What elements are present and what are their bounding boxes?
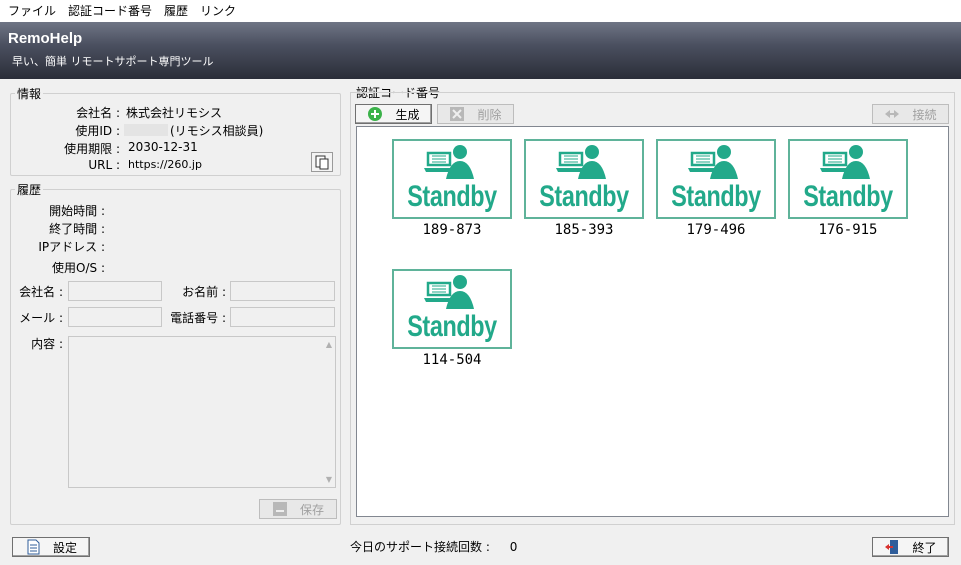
auth-code: 189-873 [422,222,482,238]
exit-button[interactable]: 終了 [872,537,949,557]
mail-input[interactable] [68,307,162,327]
menu-file[interactable]: ファイル [2,0,62,22]
info-expiry-label: 使用期限 : [64,142,120,156]
info-url-value: https://260.jp [128,158,202,171]
history-mail-label: メール : [19,311,63,325]
app-title: RemoHelp [8,30,83,47]
support-agent-icon [688,145,738,179]
info-company-value: 株式会社リモシス [126,106,223,120]
info-userid-value: (リモシス相談員) [170,124,264,138]
redacted-block [124,124,168,136]
standby-card[interactable]: Standby 179-496 [656,139,776,238]
standby-card-image[interactable]: Standby [788,139,908,219]
auth-code: 114-504 [422,352,482,368]
auth-code: 185-393 [554,222,614,238]
exit-door-icon [884,539,900,555]
copy-icon [315,155,329,170]
save-label: 保存 [299,502,324,517]
standby-card-image[interactable]: Standby [656,139,776,219]
info-expiry-value: 2030-12-31 [128,140,198,154]
standby-card[interactable]: Standby 176-915 [788,139,908,238]
name-input[interactable] [230,281,335,301]
status-value: 0 [509,540,518,554]
history-start-label: 開始時間 : [49,204,105,218]
delete-label: 削除 [477,107,502,122]
app-subtitle: 早い、簡単 リモートサポート専門ツール [12,55,214,68]
app-banner: RemoHelp 早い、簡単 リモートサポート専門ツール [0,22,961,79]
exit-label: 終了 [912,540,937,555]
settings-label: 設定 [52,540,77,555]
connect-button[interactable]: 接続 [872,104,949,124]
company-input[interactable] [68,281,162,301]
phone-input[interactable] [230,307,335,327]
scroll-up-icon[interactable]: ▲ [326,340,332,349]
copy-url-button[interactable] [311,152,333,172]
settings-button[interactable]: 設定 [12,537,90,557]
standby-label: Standby [539,180,629,213]
menu-link[interactable]: リンク [194,0,242,22]
standby-card-image[interactable]: Standby [392,139,512,219]
generate-button[interactable]: 生成 [355,104,432,124]
history-os-label: 使用O/S : [52,261,105,275]
standby-card-image[interactable]: Standby [524,139,644,219]
history-name-label: お名前 : [182,285,226,299]
history-company-label: 会社名 : [19,285,63,299]
auth-code: 176-915 [818,222,878,238]
info-url-label: URL : [88,158,120,172]
menu-history[interactable]: 履歴 [158,0,194,22]
support-agent-icon [424,275,474,309]
history-end-label: 終了時間 : [49,222,105,236]
standby-card[interactable]: Standby 189-873 [392,139,512,238]
connect-arrows-icon [884,106,900,122]
standby-card[interactable]: Standby 185-393 [524,139,644,238]
save-button[interactable]: 保存 [259,499,337,519]
info-legend: 情報 [17,87,42,101]
document-icon [25,539,41,555]
plus-circle-icon [367,106,383,122]
info-userid-label: 使用ID : [75,124,120,138]
support-agent-icon [820,145,870,179]
standby-label: Standby [671,180,761,213]
menu-bar: ファイル 認証コード番号 履歴 リンク [0,0,961,22]
info-company-label: 会社名 : [76,106,120,120]
status-label: 今日のサポート接続回数 : [350,540,490,554]
history-legend: 履歴 [17,183,42,197]
status-text: 今日のサポート接続回数 : 0 [350,538,517,555]
scroll-down-icon[interactable]: ▼ [326,475,332,484]
connect-label: 接続 [912,107,937,122]
history-ip-label: IPアドレス : [38,240,105,254]
standby-card-image[interactable]: Standby [392,269,512,349]
history-phone-label: 電話番号 : [170,311,226,325]
standby-card[interactable]: Standby 114-504 [392,269,512,368]
generate-label: 生成 [395,107,420,122]
save-icon [272,501,288,517]
main-area: 情報 会社名 : 株式会社リモシス 使用ID : (リモシス相談員) 使用期限 … [0,79,961,565]
code-cards-panel: Standby 189-873 Standby 185-393 Standby 179-4… [356,126,949,517]
content-textarea[interactable]: ▲ ▼ [68,336,336,488]
standby-label: Standby [407,310,497,343]
support-agent-icon [556,145,606,179]
menu-auth-code[interactable]: 認証コード番号 [62,0,158,22]
history-content-label: 内容 : [31,337,63,351]
standby-label: Standby [407,180,497,213]
auth-code: 179-496 [686,222,746,238]
delete-icon [449,106,465,122]
delete-button[interactable]: 削除 [437,104,514,124]
support-agent-icon [424,145,474,179]
standby-label: Standby [803,180,893,213]
